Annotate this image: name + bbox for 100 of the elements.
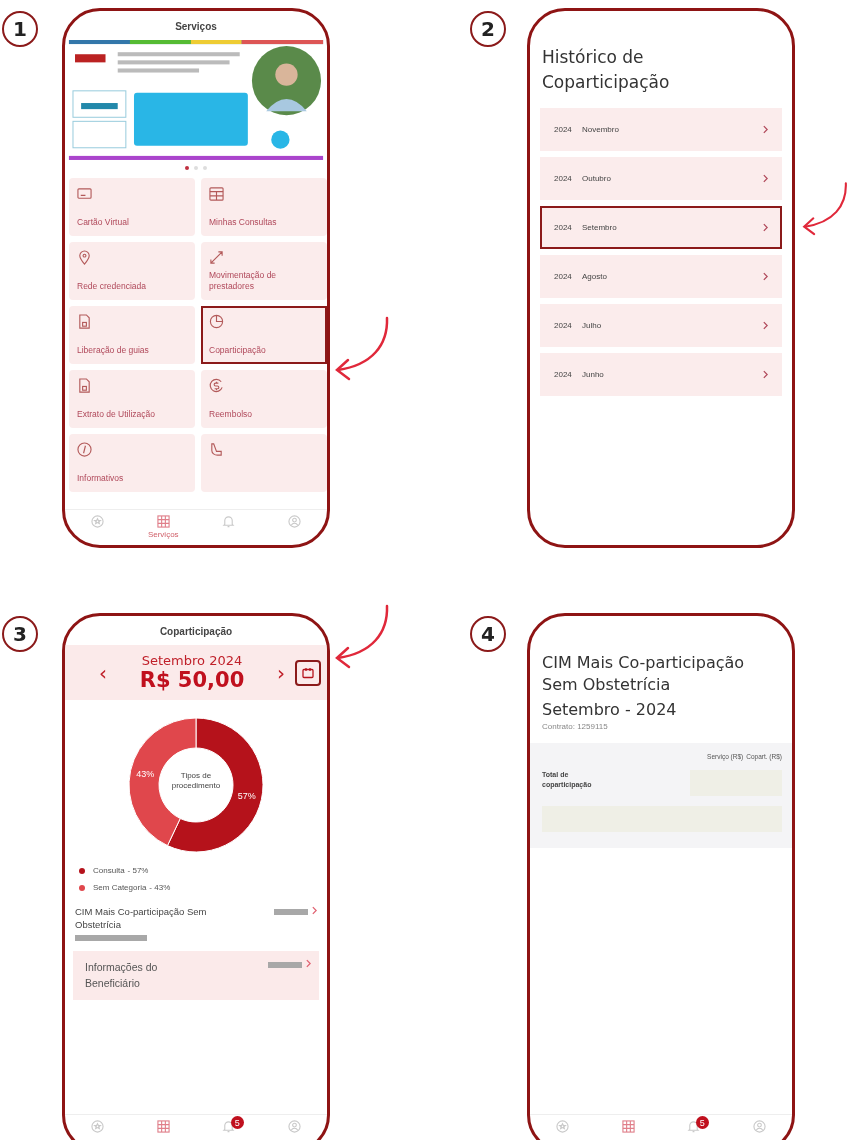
slice-label: 43% (136, 768, 155, 779)
redacted-block (274, 909, 308, 915)
step-number: 2 (470, 11, 506, 47)
tile-label: Informativos (77, 472, 125, 484)
contract-text: Contrato: 1259115 (541, 722, 609, 734)
month-row[interactable]: 2024 Novembro (540, 108, 782, 152)
profile-icon (287, 1120, 301, 1133)
service-tile[interactable]: Movimentação de prestadores (201, 242, 327, 300)
screen-title: Histórico de Coparticipação (541, 46, 671, 94)
carousel-dot[interactable] (194, 166, 198, 170)
bell-icon (222, 1120, 236, 1133)
next-button[interactable]: › (273, 660, 289, 685)
plan-name: CIM Mais Co-participação Sem Obstetrícia (75, 906, 208, 932)
legend-value: - 57% (127, 866, 149, 875)
grid-icon (621, 1120, 635, 1133)
service-tile[interactable]: Minhas Consultas (201, 178, 327, 236)
beneficiary-card[interactable]: Informações do Beneficiário (73, 950, 319, 1001)
legend-value: - 43% (149, 883, 171, 892)
month-row[interactable]: 2024 Setembro (540, 206, 782, 250)
service-tile[interactable]: Extrato de Utilização (69, 370, 195, 428)
month-text: Agosto (582, 272, 608, 282)
month-row[interactable]: 2024 Julho (540, 304, 782, 348)
month-text: Julho (582, 321, 603, 331)
slice-label: 57% (237, 791, 256, 802)
month-text: Outubro (582, 174, 612, 184)
tile-label: Liberação de guias (77, 344, 150, 356)
chevron-right-icon (763, 174, 768, 184)
chevron-right-icon (306, 958, 311, 968)
arrows-icon (209, 250, 224, 265)
dollar-icon (209, 378, 224, 393)
carousel-dot[interactable] (185, 166, 189, 170)
service-tile[interactable]: Cartão Virtual (69, 178, 195, 236)
year-text: 2024 (554, 272, 573, 282)
tab-item[interactable]: 5 (208, 1116, 249, 1133)
grid-icon (156, 1120, 170, 1133)
year-text: 2024 (554, 321, 573, 331)
hand-icon (209, 442, 224, 457)
tile-label: Extrato de Utilização (77, 408, 156, 420)
month-row[interactable]: 2024 Outubro (540, 157, 782, 201)
chevron-right-icon (312, 906, 317, 915)
info-icon (77, 442, 92, 457)
bell-icon (687, 1120, 701, 1133)
tile-label: Rede credenciada (77, 280, 147, 292)
id-card-icon (77, 186, 92, 201)
year-text: 2024 (554, 125, 573, 135)
month-row[interactable]: 2024 Junho (540, 353, 782, 397)
redacted-block (75, 934, 147, 941)
chevron-right-icon (763, 272, 768, 282)
month-row[interactable]: 2024 Agosto (540, 255, 782, 299)
chevron-right-icon (763, 321, 768, 331)
calendar-icon (209, 186, 224, 201)
month-text: Junho (582, 370, 605, 380)
service-tile[interactable] (201, 434, 327, 492)
amount-text: R$ 50,00 (138, 668, 246, 692)
profile-icon (752, 1120, 766, 1133)
tile-label: Cartão Virtual (77, 216, 130, 228)
calendar-button[interactable] (295, 659, 321, 686)
chevron-right-icon (763, 370, 768, 380)
legend-label: Consulta (93, 866, 125, 875)
plan-title: CIM Mais Co-participação Sem Obstetrícia (541, 652, 746, 697)
location-pin-icon (77, 250, 92, 265)
tile-label: Movimentação de prestadores (209, 269, 278, 292)
month-text: Novembro (582, 125, 620, 135)
service-tile[interactable]: Coparticipação (201, 306, 327, 364)
bell-icon (222, 515, 236, 528)
carousel-dot[interactable] (203, 166, 207, 170)
profile-icon (287, 515, 301, 528)
chart-center-label: Tipos de procedimento (170, 771, 222, 791)
year-text: 2024 (554, 370, 573, 380)
screen-title: Serviços (174, 20, 218, 34)
service-tile[interactable]: Rede credenciada (69, 242, 195, 300)
chevron-right-icon (763, 223, 768, 233)
legend-label: Sem Categoria (93, 883, 147, 892)
step-number: 3 (2, 616, 38, 652)
month-text: Setembro (582, 223, 618, 233)
tab-item[interactable]: 5 (673, 1116, 714, 1133)
calendar-icon (302, 666, 314, 679)
step-number: 1 (2, 11, 38, 47)
tile-label: Minhas Consultas (209, 216, 278, 228)
period-title: Setembro - 2024 (541, 698, 678, 721)
service-tile[interactable]: Informativos (69, 434, 195, 492)
tile-label: Coparticipação (209, 344, 267, 356)
notification-badge: 5 (695, 1116, 709, 1129)
document-icon (77, 314, 92, 329)
star-icon (556, 1120, 570, 1133)
previous-button[interactable]: ‹ (95, 660, 111, 685)
chevron-right-icon (763, 125, 768, 135)
star-icon (91, 515, 105, 528)
tab-item[interactable]: Serviços (143, 511, 184, 539)
year-text: 2024 (554, 223, 573, 233)
grid-icon (156, 515, 170, 528)
period-text: Setembro 2024 (140, 653, 244, 668)
service-tile[interactable]: Reembolso (201, 370, 327, 428)
pie-clock-icon (209, 314, 224, 329)
year-text: 2024 (554, 174, 573, 184)
service-tile[interactable]: Liberação de guias (69, 306, 195, 364)
document-icon (77, 378, 92, 393)
tile-label: Reembolso (209, 408, 253, 420)
star-icon (91, 1120, 105, 1133)
screen-title: Coparticipação (158, 625, 234, 639)
